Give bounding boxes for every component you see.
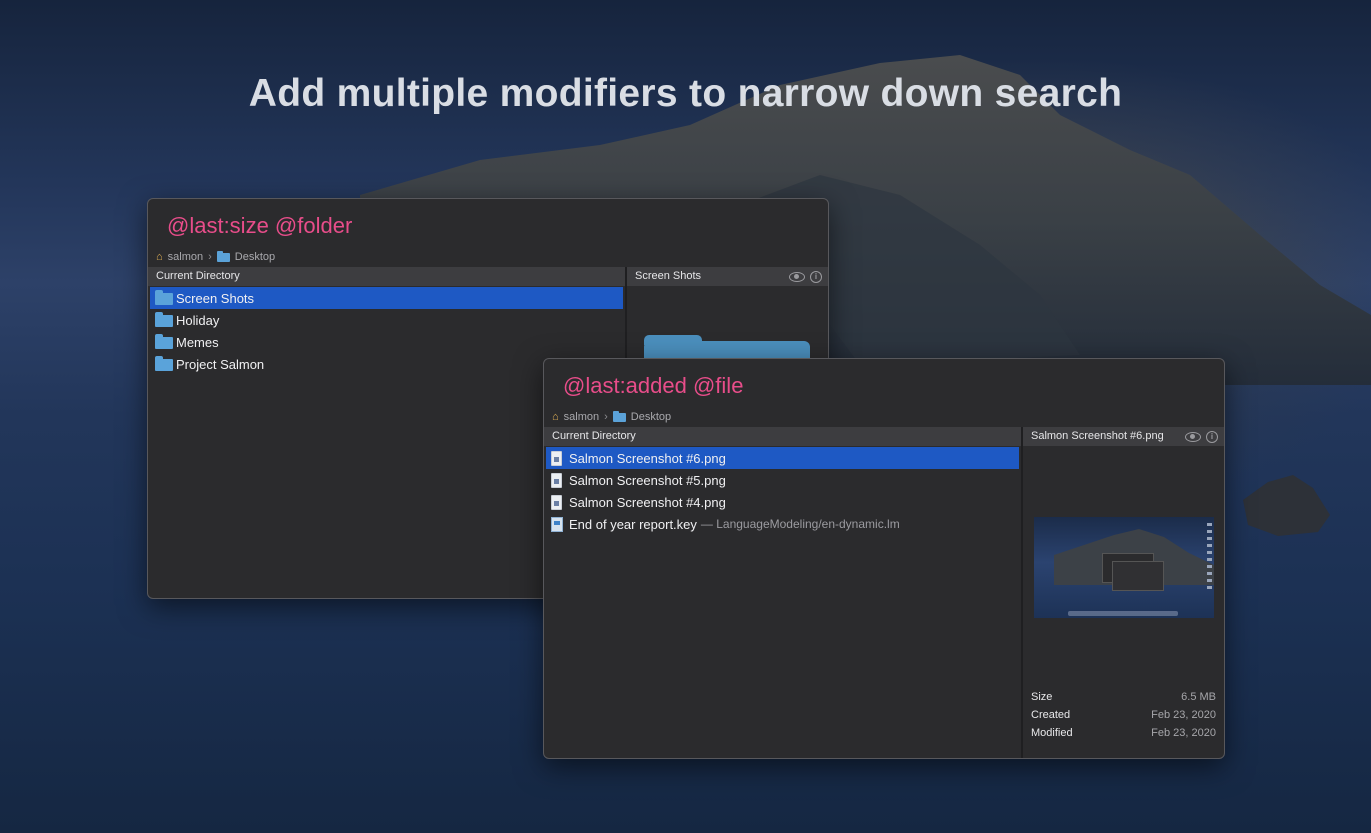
folder-icon — [155, 312, 173, 327]
search-window-file: @last:added @file ⌂ salmon › Desktop Cur… — [543, 358, 1225, 759]
list-header: Current Directory — [148, 267, 625, 286]
meta-value: Feb 23, 2020 — [1151, 709, 1216, 721]
meta-key: Created — [1031, 709, 1071, 721]
image-file-icon — [551, 472, 562, 488]
home-icon: ⌂ — [552, 411, 559, 423]
image-file-icon — [551, 450, 562, 466]
item-label: Salmon Screenshot #4.png — [569, 494, 726, 510]
meta-key: Size — [1031, 691, 1053, 703]
item-label: Project Salmon — [176, 356, 265, 372]
eye-icon[interactable] — [1185, 431, 1201, 442]
wallpaper-rock — [1243, 475, 1330, 536]
meta-key: Modified — [1031, 727, 1073, 739]
preview-title: Screen Shots — [635, 270, 702, 282]
item-label: Memes — [176, 334, 219, 350]
preview-title: Salmon Screenshot #6.png — [1031, 430, 1164, 442]
search-query[interactable]: @last:size @folder — [167, 213, 352, 239]
folder-icon — [216, 250, 230, 262]
list-item[interactable]: Salmon Screenshot #5.png — [544, 469, 1021, 491]
pane-divider[interactable] — [1021, 427, 1023, 758]
eye-icon[interactable] — [789, 271, 805, 282]
results-list: Salmon Screenshot #6.png Salmon Screensh… — [544, 447, 1021, 535]
image-file-icon — [551, 494, 562, 510]
folder-icon — [155, 290, 173, 305]
headline: Add multiple modifiers to narrow down se… — [248, 72, 1123, 115]
search-query[interactable]: @last:added @file — [563, 373, 743, 399]
preview-image — [1034, 517, 1214, 618]
breadcrumb-home[interactable]: salmon — [564, 411, 599, 423]
meta-size: Size 6.5 MB — [1031, 691, 1216, 703]
breadcrumb: ⌂ salmon › Desktop — [552, 410, 671, 423]
list-item[interactable]: Salmon Screenshot #6.png — [546, 447, 1019, 469]
list-header: Current Directory — [544, 427, 1021, 446]
list-item[interactable]: Memes — [148, 331, 625, 353]
list-item[interactable]: Screen Shots — [150, 287, 623, 309]
folder-icon — [155, 356, 173, 371]
folder-icon — [155, 334, 173, 349]
breadcrumb: ⌂ salmon › Desktop — [156, 250, 275, 263]
chevron-right-icon: › — [604, 411, 608, 423]
item-label: Salmon Screenshot #6.png — [569, 450, 726, 466]
folder-icon — [612, 410, 626, 422]
meta-value: Feb 23, 2020 — [1151, 727, 1216, 739]
chevron-right-icon: › — [208, 251, 212, 263]
meta-created: Created Feb 23, 2020 — [1031, 709, 1216, 721]
home-icon: ⌂ — [156, 251, 163, 263]
preview-header: Salmon Screenshot #6.png i — [1023, 427, 1224, 446]
breadcrumb-home[interactable]: salmon — [168, 251, 203, 263]
breadcrumb-folder[interactable]: Desktop — [235, 251, 275, 263]
list-item[interactable]: Holiday — [148, 309, 625, 331]
item-path: — LanguageModeling/en-dynamic.lm — [700, 517, 900, 531]
preview-header: Screen Shots i — [627, 267, 828, 286]
list-item[interactable]: End of year report.key — LanguageModelin… — [544, 513, 1021, 535]
item-label: Salmon Screenshot #5.png — [569, 472, 726, 488]
breadcrumb-folder[interactable]: Desktop — [631, 411, 671, 423]
meta-modified: Modified Feb 23, 2020 — [1031, 727, 1216, 739]
info-icon[interactable]: i — [810, 270, 822, 283]
item-label: Screen Shots — [176, 290, 255, 306]
item-label: End of year report.key — [569, 516, 697, 532]
meta-value: 6.5 MB — [1181, 691, 1216, 703]
list-item[interactable]: Salmon Screenshot #4.png — [544, 491, 1021, 513]
keynote-file-icon — [551, 516, 563, 532]
item-label: Holiday — [176, 312, 220, 328]
info-icon[interactable]: i — [1206, 430, 1218, 443]
